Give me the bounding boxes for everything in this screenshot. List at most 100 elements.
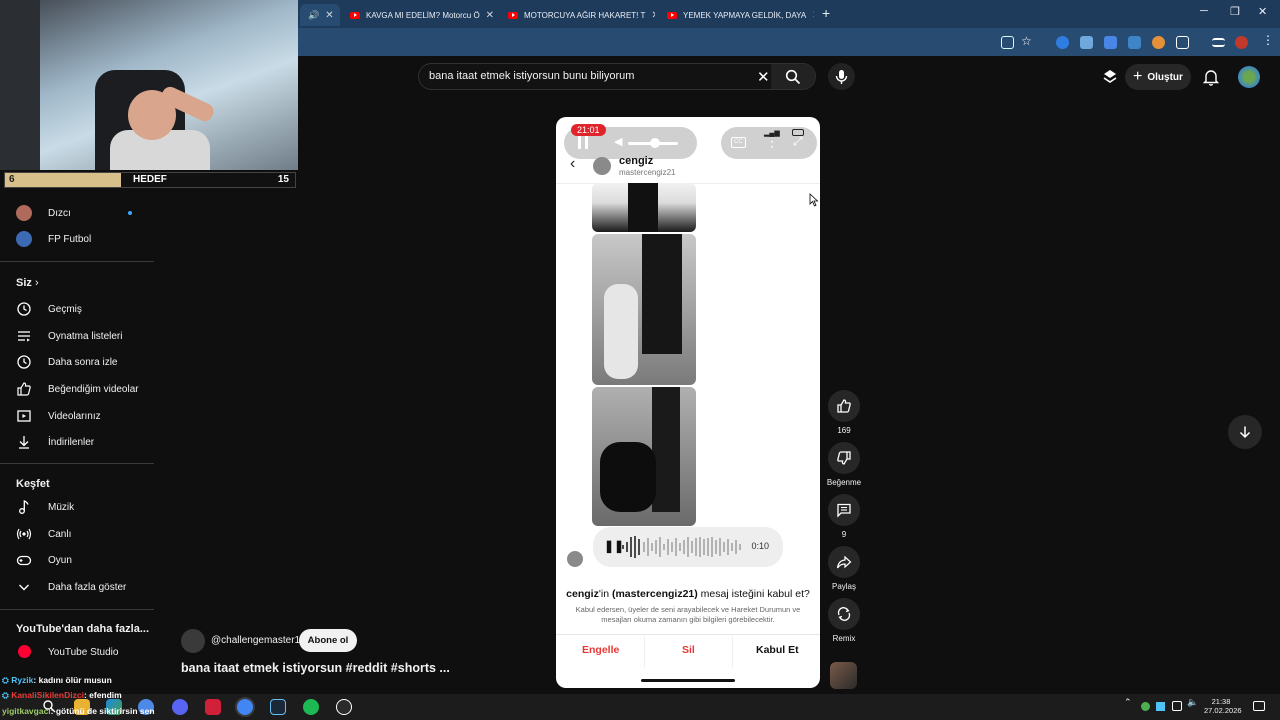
discord-icon[interactable] <box>172 699 188 715</box>
goal-label: HEDEF <box>133 174 167 185</box>
sidebar-item-history[interactable]: Geçmiş <box>0 296 154 322</box>
obs-icon[interactable] <box>336 699 352 715</box>
new-tab-button[interactable]: + <box>822 5 830 21</box>
notification-center-icon[interactable] <box>1253 701 1265 711</box>
spotify-icon[interactable] <box>303 699 319 715</box>
fullscreen-icon[interactable]: ⤢ <box>793 134 803 149</box>
pause-icon[interactable] <box>578 135 588 149</box>
tray-chevron-up-icon[interactable]: ⌃ <box>1124 697 1132 708</box>
remix-button[interactable]: Remix <box>828 598 860 643</box>
close-tab-icon[interactable]: ✕ <box>319 10 333 21</box>
tray-icon[interactable] <box>1141 702 1150 711</box>
remix-label: Remix <box>832 634 856 643</box>
account-avatar[interactable] <box>1238 66 1260 88</box>
block-button[interactable]: Engelle <box>582 644 619 656</box>
close-tab-icon[interactable]: ✕ <box>480 10 494 21</box>
voice-duration: 0:10 <box>751 541 769 551</box>
create-button[interactable]: + Oluştur <box>1125 64 1191 90</box>
sidebar-item-liked-videos[interactable]: Beğendiğim videolar <box>0 376 154 402</box>
sidebar-item-music[interactable]: Müzik <box>0 494 154 520</box>
volume-icon[interactable]: ◀ <box>614 135 622 148</box>
sidebar-item-playlists[interactable]: Oynatma listeleri <box>0 323 154 349</box>
captions-icon[interactable]: CC <box>731 137 746 148</box>
accept-button[interactable]: Kabul Et <box>756 644 799 656</box>
comment-count: 9 <box>841 530 847 539</box>
search-box[interactable]: bana itaat etmek istiyorsun bunu biliyor… <box>418 63 816 90</box>
screen: 🔊 ✕ KAVGA MI EDELİM? Motorcu Ö ✕ MOTORCU… <box>0 0 1280 720</box>
sidebar-item-gaming[interactable]: Oyun <box>0 547 154 573</box>
extension-icon[interactable] <box>1152 36 1165 49</box>
video-icon <box>17 410 31 422</box>
close-window-icon[interactable]: ✕ <box>1258 5 1267 18</box>
sound-thumbnail[interactable] <box>830 662 857 689</box>
chat-name: cengiz <box>619 155 654 167</box>
sidebar-item-label: Dızcı <box>48 207 71 219</box>
profile-avatar[interactable] <box>1235 36 1248 49</box>
search-button[interactable] <box>771 64 815 89</box>
divider <box>732 637 733 667</box>
minimize-icon[interactable]: ─ <box>1200 5 1208 17</box>
volume-tray-icon[interactable]: 🔈 <box>1187 697 1198 708</box>
network-icon[interactable] <box>1172 701 1182 711</box>
comment-icon <box>837 503 851 518</box>
tab-search-icon[interactable] <box>1212 38 1225 47</box>
shorts-player[interactable]: ◀ 21:01 CC ⋮ ⤢ ▂▄▆ ‹ cengiz mastercengiz… <box>556 117 820 688</box>
next-short-button[interactable] <box>1228 415 1262 449</box>
install-icon[interactable] <box>1001 36 1014 49</box>
extension-icon[interactable] <box>1080 36 1093 49</box>
shorts-icon[interactable] <box>1102 69 1118 85</box>
video-title[interactable]: bana itaat etmek istiyorsun #reddit #sho… <box>181 661 450 675</box>
sidebar-item-downloads[interactable]: İndirilenler <box>0 429 154 455</box>
clear-search-icon[interactable]: ✕ <box>757 68 770 86</box>
sidebar-you-heading[interactable]: Siz › <box>16 277 39 289</box>
extension-icon[interactable] <box>1056 36 1069 49</box>
active-tab[interactable]: 🔊 ✕ <box>300 4 340 26</box>
notifications-button[interactable] <box>1202 68 1220 86</box>
music-icon <box>19 500 29 514</box>
delete-button[interactable]: Sil <box>682 644 695 656</box>
dislike-button[interactable]: Beğenme <box>827 442 861 487</box>
extension-icon[interactable] <box>1128 36 1141 49</box>
back-arrow-icon[interactable]: ‹ <box>570 155 575 173</box>
thumbs-up-icon <box>837 399 851 413</box>
share-button[interactable]: Paylaş <box>828 546 860 591</box>
extension-icon[interactable] <box>1104 36 1117 49</box>
goal-target: 15 <box>277 174 289 185</box>
close-tab-icon[interactable]: ✕ <box>645 10 655 21</box>
app-icon[interactable] <box>205 699 221 715</box>
channel-avatar[interactable] <box>181 629 205 653</box>
chrome-icon[interactable] <box>237 699 253 715</box>
sidebar-channel-dizci[interactable]: Dızcı <box>0 200 154 226</box>
tab-3[interactable]: YEMEK YAPMAYA GELDİK, DAYA ✕ <box>659 4 814 26</box>
tray-icon[interactable] <box>1156 702 1165 711</box>
channel-name[interactable]: @challengemaster1 <box>211 635 300 646</box>
bookmark-star-icon[interactable]: ☆ <box>1021 34 1034 48</box>
menu-kebab-icon[interactable]: ⋮ <box>1262 33 1275 47</box>
sidebar-item-live[interactable]: Canlı <box>0 521 154 547</box>
volume-knob[interactable] <box>650 138 660 148</box>
chevron-down-icon <box>19 584 29 591</box>
steam-icon[interactable] <box>270 699 286 715</box>
restore-icon[interactable]: ❐ <box>1230 5 1240 18</box>
puzzle-icon[interactable] <box>1176 36 1189 49</box>
close-tab-icon[interactable]: ✕ <box>806 10 814 21</box>
sidebar-show-more[interactable]: Daha fazla göster <box>0 574 154 600</box>
search-input[interactable]: bana itaat etmek istiyorsun bunu biliyor… <box>429 70 634 82</box>
sidebar-item-watch-later[interactable]: Daha sonra izle <box>0 349 154 375</box>
voice-message[interactable]: ❚❚ 0:10 <box>593 527 783 567</box>
clock[interactable]: 21:38 27.02.2026 <box>1204 697 1242 715</box>
subscribe-button[interactable]: Abone ol <box>299 629 357 652</box>
sidebar-item-your-videos[interactable]: Videolarınız <box>0 403 154 429</box>
sidebar-item-label: Daha fazla göster <box>48 581 127 593</box>
like-count: 169 <box>837 426 851 435</box>
badge-icon: ⛭ <box>2 675 9 685</box>
sidebar-item-label: FP Futbol <box>48 233 92 245</box>
like-button[interactable]: 169 <box>828 390 860 435</box>
sidebar-item-youtube-studio[interactable]: YouTube Studio <box>0 639 154 665</box>
voice-search-button[interactable] <box>828 63 855 90</box>
tab-2[interactable]: MOTORCUYA AĞIR HAKARET! T ✕ <box>500 4 655 26</box>
tab-title: MOTORCUYA AĞIR HAKARET! T <box>524 10 646 20</box>
tab-1[interactable]: KAVGA MI EDELİM? Motorcu Ö ✕ <box>342 4 497 26</box>
comments-button[interactable]: 9 <box>828 494 860 539</box>
sidebar-channel-fp-futbol[interactable]: FP Futbol <box>0 226 154 252</box>
